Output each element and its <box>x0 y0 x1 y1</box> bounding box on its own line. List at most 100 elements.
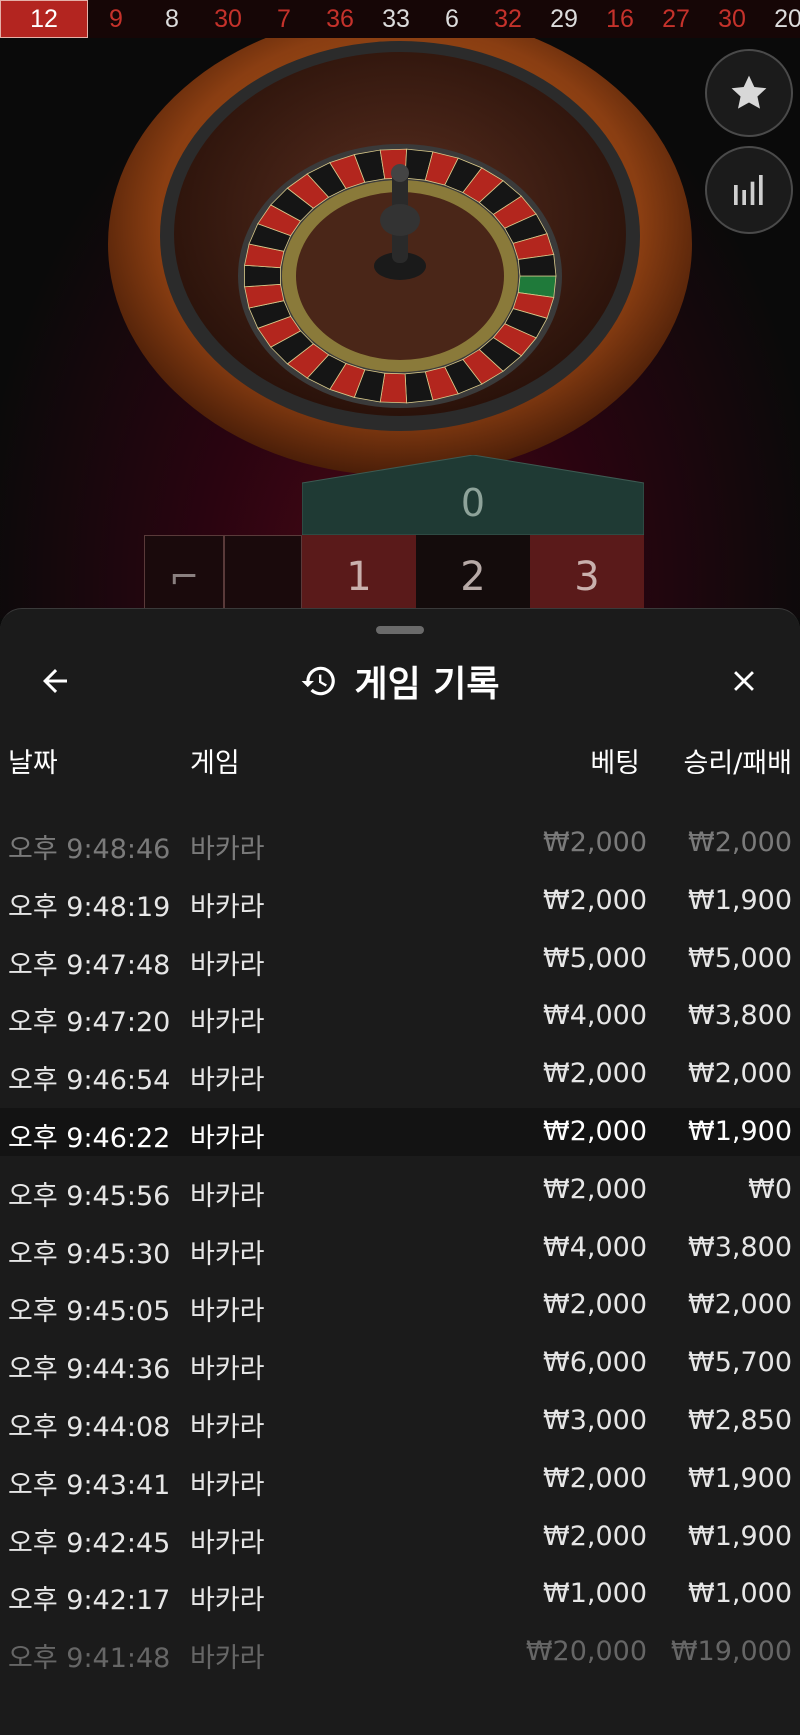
history-bet: ₩4,000 <box>543 1231 647 1263</box>
history-row[interactable]: 오후 9:46:22 바카라 ₩2,000 ₩1,900 <box>0 1108 800 1156</box>
result-item: 16 <box>606 5 634 33</box>
history-game: 바카라 <box>190 1007 265 1039</box>
bar-chart-icon <box>734 175 763 205</box>
history-list[interactable]: 오후 9:48:46 바카라 ₩2,000 ₩2,000 오후 9:48:19 바카라 ₩2… <box>0 785 800 1735</box>
history-row[interactable]: 오후 9:45:05 바카라 ₩2,000 ₩2,000 <box>0 1281 800 1329</box>
history-row[interactable]: 오후 9:44:08 바카라 ₩3,000 ₩2,850 <box>0 1397 800 1445</box>
history-icon <box>302 666 336 696</box>
result-item: 30 <box>718 5 746 33</box>
result-item: 30 <box>214 5 242 33</box>
history-time: 오후 9:45:56 <box>8 1180 171 1212</box>
list-bottom-fade <box>0 1675 800 1735</box>
sheet-drag-handle[interactable] <box>376 626 424 634</box>
history-result: ₩1,900 <box>688 1116 792 1147</box>
history-bet: ₩20,000 <box>525 1636 647 1668</box>
bet-spot-3[interactable]: 3 <box>530 535 644 618</box>
statistics-button[interactable] <box>705 146 793 234</box>
favorite-button[interactable] <box>705 49 793 137</box>
history-bet: ₩2,000 <box>543 1520 647 1552</box>
roulette-video-area: 0 ⌐ 1 2 3 <box>0 38 800 618</box>
history-row[interactable]: 오후 9:48:46 바카라 ₩2,000 ₩2,000 <box>0 819 800 867</box>
history-time: 오후 9:45:30 <box>8 1238 171 1270</box>
game-history-sheet: 게임 기록 날짜 게임 베팅 승리/패배 오후 9:48:46 바카라 ₩2,000… <box>0 608 800 1735</box>
history-row[interactable]: 오후 9:45:30 바카라 ₩4,000 ₩3,800 <box>0 1224 800 1272</box>
history-result: ₩1,900 <box>688 884 792 916</box>
history-result: ₩2,000 <box>688 827 792 858</box>
column-header-game: 게임 <box>190 748 240 779</box>
recent-results-strip: 12 9 8 30 7 36 33 6 32 29 16 27 30 20 <box>0 0 800 39</box>
sheet-title: 게임 기록 <box>354 664 500 705</box>
history-bet: ₩2,000 <box>543 1058 647 1090</box>
result-item: 27 <box>662 5 690 33</box>
history-row[interactable]: 오후 9:47:20 바카라 ₩4,000 ₩3,800 <box>0 992 800 1040</box>
history-time: 오후 9:48:19 <box>8 891 171 923</box>
history-row[interactable]: 오후 9:42:45 바카라 ₩2,000 ₩1,900 <box>0 1513 800 1561</box>
history-game: 바카라 <box>190 1412 265 1443</box>
close-icon <box>734 671 754 691</box>
history-row[interactable]: 오후 9:44:36 바카라 ₩6,000 ₩5,700 <box>0 1339 800 1387</box>
result-item: 36 <box>326 5 354 33</box>
result-item: 29 <box>550 5 578 33</box>
history-result: ₩5,700 <box>688 1347 792 1379</box>
bet-spot-column[interactable]: ⌐ <box>144 535 224 618</box>
bet-spot-zero[interactable]: 0 <box>302 455 644 535</box>
history-time: 오후 9:43:41 <box>8 1469 171 1501</box>
history-bet: ₩6,000 <box>543 1347 647 1379</box>
result-item: 32 <box>494 5 522 33</box>
history-game: 바카라 <box>190 1238 265 1270</box>
spindle-knob <box>380 204 420 236</box>
history-result: ₩1,000 <box>688 1578 792 1610</box>
result-item: 20 <box>774 5 800 33</box>
history-result: ₩3,800 <box>688 1000 792 1032</box>
bet-spot-2[interactable]: 2 <box>416 535 530 618</box>
history-bet: ₩5,000 <box>543 942 647 974</box>
history-bet: ₩3,000 <box>543 1405 647 1436</box>
history-game: 바카라 <box>190 1469 265 1501</box>
history-bet: ₩2,000 <box>543 884 647 916</box>
bet-row: ⌐ 1 2 3 <box>144 535 644 618</box>
latest-result: 12 <box>0 0 88 38</box>
history-time: 오후 9:45:05 <box>8 1296 171 1328</box>
list-top-fade <box>0 785 800 809</box>
history-game: 바카라 <box>190 1354 265 1386</box>
history-time: 오후 9:47:48 <box>8 949 171 981</box>
history-result: ₩2,000 <box>688 1058 792 1090</box>
history-row[interactable]: 오후 9:46:54 바카라 ₩2,000 ₩2,000 <box>0 1050 800 1098</box>
column-header-date: 날짜 <box>8 748 58 779</box>
zero-label: 0 <box>460 481 486 525</box>
star-icon <box>731 75 767 109</box>
history-row[interactable]: 오후 9:48:19 바카라 ₩2,000 ₩1,900 <box>0 877 800 925</box>
history-game: 바카라 <box>190 1527 265 1559</box>
history-game: 바카라 <box>190 834 265 865</box>
history-time: 오후 9:42:45 <box>8 1527 171 1559</box>
history-row[interactable]: 오후 9:42:17 바카라 ₩1,000 ₩1,000 <box>0 1570 800 1618</box>
history-time: 오후 9:44:36 <box>8 1354 171 1386</box>
history-game: 바카라 <box>190 1296 265 1328</box>
sheet-header: 게임 기록 <box>0 653 800 709</box>
bet-spot-empty[interactable] <box>224 535 302 618</box>
result-item: 6 <box>445 5 459 33</box>
spindle-top <box>391 164 409 182</box>
history-time: 오후 9:47:20 <box>8 1007 171 1039</box>
history-row[interactable]: 오후 9:41:48 바카라 ₩20,000 ₩19,000 <box>0 1628 800 1676</box>
history-time: 오후 9:46:22 <box>8 1123 171 1154</box>
history-game: 바카라 <box>190 1585 265 1617</box>
bet-spot-1[interactable]: 1 <box>302 535 416 618</box>
history-result: ₩5,000 <box>688 942 792 974</box>
history-bet: ₩2,000 <box>543 1173 647 1205</box>
history-result: ₩1,900 <box>688 1520 792 1552</box>
history-bet: ₩1,000 <box>543 1578 647 1610</box>
history-result: ₩3,800 <box>688 1231 792 1263</box>
history-time: 오후 9:41:48 <box>8 1643 171 1675</box>
history-row[interactable]: 오후 9:45:56 바카라 ₩2,000 ₩0 <box>0 1166 800 1214</box>
close-button[interactable] <box>714 651 774 711</box>
history-row[interactable]: 오후 9:47:48 바카라 ₩5,000 ₩5,000 <box>0 935 800 983</box>
history-result: ₩19,000 <box>670 1636 792 1668</box>
history-time: 오후 9:48:46 <box>8 834 171 865</box>
result-item: 8 <box>165 5 179 33</box>
history-row[interactable]: 오후 9:43:41 바카라 ₩2,000 ₩1,900 <box>0 1455 800 1503</box>
history-game: 바카라 <box>190 949 265 981</box>
history-time: 오후 9:46:54 <box>8 1065 171 1097</box>
history-bet: ₩2,000 <box>543 1116 647 1147</box>
history-time: 오후 9:44:08 <box>8 1412 171 1443</box>
